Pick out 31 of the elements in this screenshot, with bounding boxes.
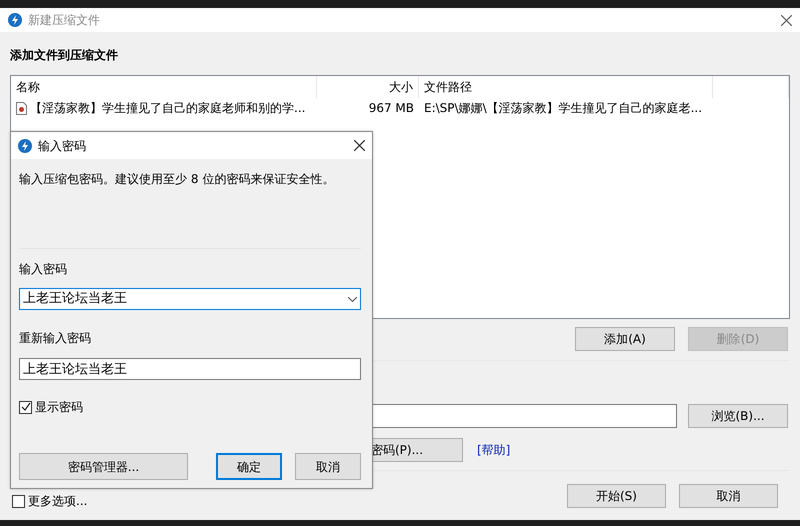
cancel-button[interactable]: 取消 [295, 453, 361, 480]
caret-icon [348, 296, 357, 302]
help-link[interactable]: [帮助] [477, 441, 510, 459]
password-manager-button[interactable]: 密码管理器... [19, 453, 188, 480]
close-icon[interactable] [354, 140, 365, 151]
column-header[interactable]: 大小 [317, 76, 419, 98]
confirm-password-field[interactable]: 上老王论坛当老王 [19, 358, 361, 380]
dialog-title: 输入密码 [38, 138, 86, 154]
close-icon[interactable] [781, 14, 792, 26]
field-label: 重新输入密码 [19, 330, 92, 346]
table-cell-text: 967 MB [368, 100, 415, 117]
field-label: 输入密码 [19, 261, 68, 277]
column-header[interactable]: 文件路径 [419, 76, 713, 98]
app-logo-icon [18, 138, 32, 152]
checkmark-icon [20, 402, 30, 412]
dialog-message: 输入压缩包密码。建议使用至少 8 位的密码来保证安全性。 [19, 171, 336, 187]
column-header[interactable]: 名称 [11, 76, 317, 98]
cancel-button[interactable]: 取消 [679, 484, 778, 508]
table-cell-text: E:\SP\娜娜\【淫荡家教】学生撞见了自己的家庭老... [423, 100, 704, 117]
app-logo-icon [8, 13, 22, 27]
browse-button[interactable]: 浏览(B)... [688, 404, 788, 428]
window-title: 新建压缩文件 [28, 12, 100, 29]
add-button[interactable]: 添加(A) [575, 327, 675, 351]
table-cell-text: 【淫荡家教】学生撞见了自己的家庭老师和别的学... [30, 100, 306, 117]
ok-button[interactable]: 确定 [216, 453, 282, 480]
video-file-icon [16, 102, 27, 114]
show-password-checkbox[interactable]: 显示密码 [19, 399, 361, 415]
more-options-checkbox[interactable]: 更多选项... [12, 492, 88, 510]
start-button[interactable]: 开始(S) [567, 484, 666, 508]
section-heading: 添加文件到压缩文件 [10, 47, 119, 63]
password-combobox[interactable]: 上老王论坛当老王 [19, 288, 361, 310]
